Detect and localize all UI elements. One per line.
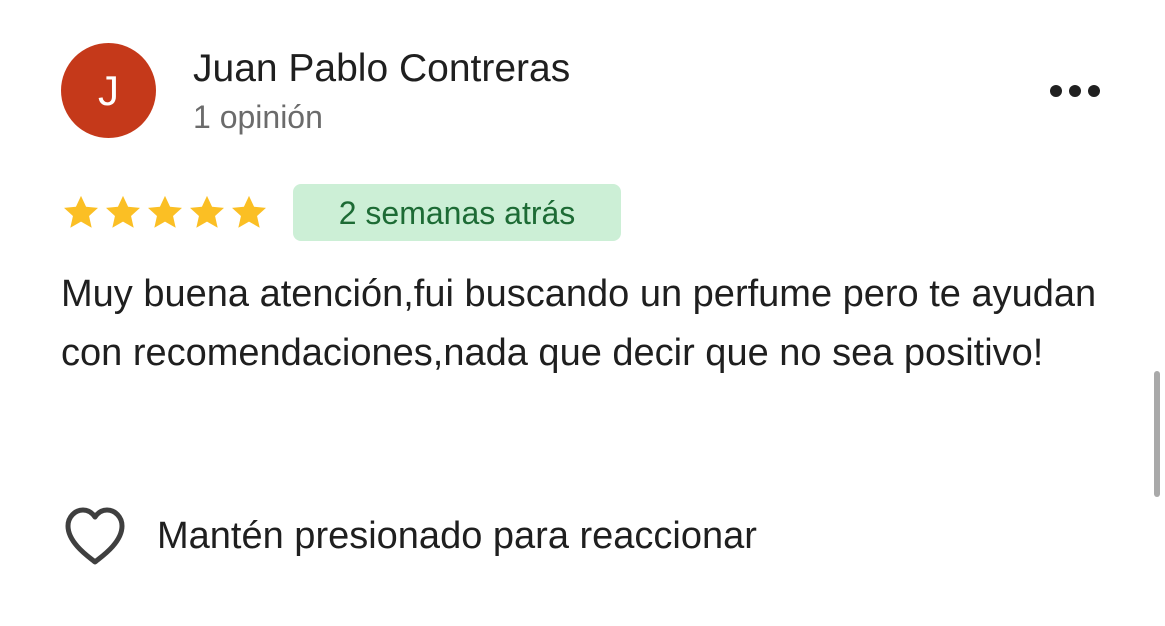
react-label: Mantén presionado para reaccionar (157, 515, 757, 557)
more-horizontal-icon (1050, 85, 1100, 97)
star-icon (232, 195, 266, 228)
review-text: Muy buena atención,fui buscando un perfu… (61, 273, 1097, 374)
scrollbar[interactable] (1150, 0, 1165, 626)
star-icon (190, 195, 224, 228)
author-review-count: 1 opinión (193, 99, 323, 135)
review-age-badge: 2 semanas atrás (293, 184, 621, 241)
react-button[interactable]: Mantén presionado para reaccionar (62, 503, 757, 569)
avatar-initial: J (98, 66, 119, 114)
more-options-button[interactable] (1042, 70, 1108, 112)
review-age-label: 2 semanas atrás (338, 194, 576, 231)
heart-outline-icon (65, 507, 125, 565)
author-name[interactable]: Juan Pablo Contreras (193, 46, 570, 92)
star-icon (106, 195, 140, 228)
star-rating (60, 190, 270, 236)
scrollbar-thumb[interactable] (1154, 371, 1160, 497)
review-card: J Juan Pablo Contreras 1 opinión 2 seman… (0, 0, 1165, 626)
star-icon (64, 195, 98, 228)
star-icon (148, 195, 182, 228)
avatar[interactable]: J (61, 43, 156, 138)
